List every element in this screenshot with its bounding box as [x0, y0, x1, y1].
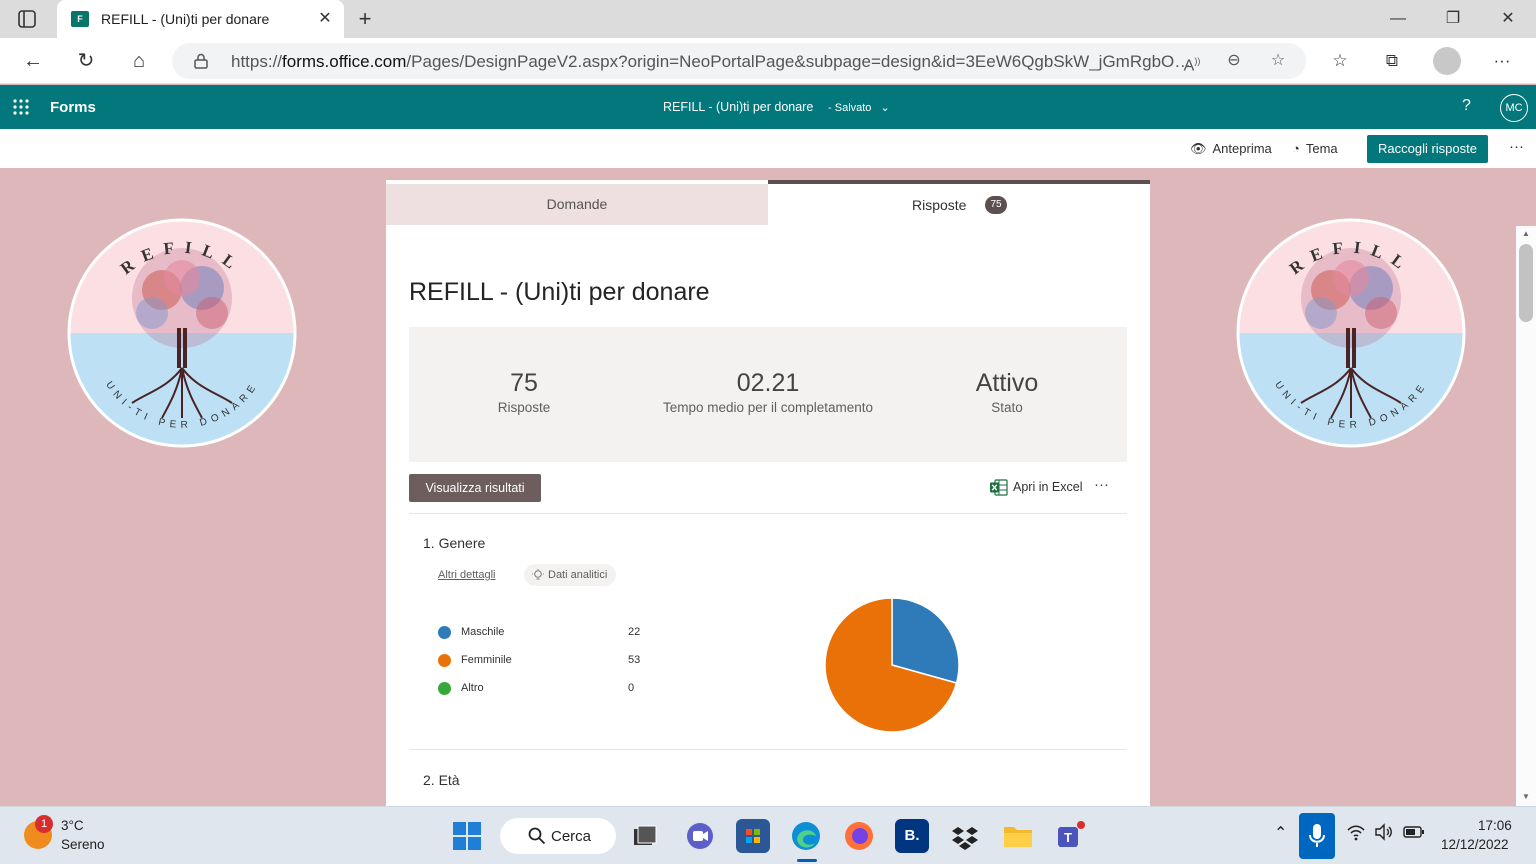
scroll-down-icon[interactable]: ▼	[1516, 789, 1536, 805]
url-text: https://forms.office.com/Pages/DesignPag…	[231, 52, 1192, 71]
tab-responses-label: Risposte	[912, 197, 967, 213]
tab-questions[interactable]: Domande	[386, 184, 768, 225]
minimize-icon[interactable]: —	[1375, 4, 1421, 34]
page-title: REFILL - (Uni)ti per donare	[409, 278, 710, 306]
save-status[interactable]: - Salvato ⌄	[828, 101, 890, 114]
stat-status: Attivo Stato	[975, 369, 1039, 415]
wifi-icon[interactable]	[1346, 823, 1366, 846]
tab-responses[interactable]: Risposte 75	[768, 180, 1150, 225]
theme-button[interactable]: ◔ Tema	[1292, 141, 1338, 156]
app-name[interactable]: Forms	[50, 99, 96, 116]
add-favorite-icon[interactable]: ☆	[1266, 49, 1290, 73]
form-title-header[interactable]: REFILL - (Uni)ti per donare	[663, 100, 813, 114]
folder-icon[interactable]	[1001, 819, 1035, 853]
avatar[interactable]: MC	[1500, 94, 1528, 122]
home-icon[interactable]: ⌂	[124, 46, 154, 76]
divider	[409, 749, 1127, 750]
more-options-icon[interactable]: ···	[1509, 138, 1524, 155]
forms-header: Forms REFILL - (Uni)ti per donare - Salv…	[0, 85, 1536, 129]
firefox-icon[interactable]	[842, 819, 876, 853]
stat-average-time: 02.21 Tempo medio per il completamento	[662, 369, 874, 415]
battery-icon[interactable]	[1403, 823, 1425, 846]
microphone-icon[interactable]	[1299, 813, 1335, 859]
notification-badge: 1	[35, 815, 53, 833]
close-icon[interactable]: ✕	[314, 8, 336, 30]
weather-description[interactable]: Sereno	[61, 837, 105, 852]
teams-icon[interactable]: T	[1054, 819, 1088, 853]
more-details-link[interactable]: Altri dettagli	[438, 569, 495, 581]
collect-responses-button[interactable]: Raccogli risposte	[1367, 135, 1488, 163]
legend-item-altro: Altro 0	[438, 681, 658, 697]
question-title: 2. Età	[423, 772, 460, 788]
profile-icon[interactable]	[1433, 47, 1461, 75]
search-icon	[528, 827, 546, 845]
teams-meet-icon[interactable]	[683, 819, 717, 853]
favorites-icon[interactable]: ☆	[1325, 46, 1355, 76]
forms-favicon-icon: F	[71, 11, 89, 27]
refill-logo-right: REFILL UNI-TI PER DONARE	[1236, 218, 1466, 448]
clock-time[interactable]: 17:06	[1478, 818, 1512, 833]
scrollbar-thumb[interactable]	[1519, 244, 1533, 322]
address-bar: ← ↻ ⌂ https://forms.office.com/Pages/Des…	[0, 38, 1536, 84]
question-title: 1. Genere	[423, 535, 486, 551]
active-app-indicator	[797, 859, 817, 862]
stat-responses: 75 Risposte	[497, 369, 551, 415]
gender-pie-chart[interactable]	[823, 596, 961, 734]
chevron-up-icon[interactable]: ⌃	[1274, 823, 1287, 843]
divider	[409, 513, 1127, 514]
preview-button[interactable]: 👁 Anteprima	[1190, 141, 1272, 157]
view-results-button[interactable]: Visualizza risultati	[409, 474, 541, 502]
app-launcher-icon[interactable]	[12, 98, 30, 116]
scroll-up-icon[interactable]: ▲	[1516, 226, 1536, 242]
zoom-icon[interactable]: ⊖	[1222, 49, 1246, 73]
file-explorer-icon[interactable]	[628, 819, 662, 853]
lock-icon[interactable]	[194, 53, 208, 69]
tab-title: REFILL - (Uni)ti per donare	[101, 11, 270, 27]
browser-tab-strip: F REFILL - (Uni)ti per donare ✕ + — ❐ ✕	[0, 0, 1536, 38]
lightbulb-icon	[532, 569, 544, 580]
windows-start-icon[interactable]	[452, 821, 482, 851]
back-icon[interactable]: ←	[18, 46, 48, 76]
window-close-icon[interactable]: ✕	[1485, 4, 1531, 34]
results-more-icon[interactable]: ···	[1094, 476, 1109, 493]
weather-temperature[interactable]: 3°C	[61, 818, 84, 833]
insights-button[interactable]: Dati analitici	[524, 564, 616, 586]
legend-dot	[438, 682, 451, 695]
plus-icon[interactable]: +	[352, 6, 378, 32]
read-aloud-icon[interactable]: A))	[1180, 49, 1204, 74]
collections-icon[interactable]: ⧉	[1377, 46, 1407, 76]
refill-logo-left: REFILL UNI-TI PER DONARE	[67, 218, 297, 448]
responses-count-badge: 75	[985, 196, 1007, 214]
restore-icon[interactable]: ❐	[1430, 4, 1476, 34]
form-panel: Domande Risposte 75 REFILL - (Uni)ti per…	[386, 180, 1150, 806]
browser-tab[interactable]: F REFILL - (Uni)ti per donare ✕	[57, 0, 344, 38]
edge-icon[interactable]	[789, 819, 823, 853]
palette-icon: ◔	[1292, 141, 1300, 156]
dropbox-icon[interactable]	[948, 819, 982, 853]
taskbar: 1 3°C Sereno Cerca B. T ⌃ 17:06 12/12/20…	[0, 806, 1536, 864]
url-field[interactable]: https://forms.office.com/Pages/DesignPag…	[172, 43, 1306, 79]
legend-dot	[438, 654, 451, 667]
help-icon[interactable]: ?	[1462, 97, 1471, 115]
legend-dot	[438, 626, 451, 639]
taskbar-search[interactable]: Cerca	[500, 818, 616, 854]
eye-icon: 👁	[1190, 141, 1207, 156]
refresh-icon[interactable]: ↻	[71, 46, 101, 76]
clock-date[interactable]: 12/12/2022	[1441, 837, 1509, 852]
booking-icon[interactable]: B.	[895, 819, 929, 853]
excel-icon	[990, 479, 1008, 496]
legend-item-maschile: Maschile 22	[438, 625, 658, 641]
legend-item-femminile: Femminile 53	[438, 653, 658, 669]
volume-icon[interactable]	[1374, 823, 1394, 846]
browser-more-icon[interactable]: ···	[1487, 46, 1517, 76]
summary-card: 75 Risposte 02.21 Tempo medio per il com…	[409, 327, 1127, 462]
tab-actions-icon[interactable]	[12, 8, 42, 30]
chevron-down-icon: ⌄	[880, 102, 890, 114]
svg-text:T: T	[1064, 830, 1072, 845]
command-bar: 👁 Anteprima ◔ Tema Raccogli risposte ···	[0, 129, 1536, 168]
store-icon[interactable]	[736, 819, 770, 853]
